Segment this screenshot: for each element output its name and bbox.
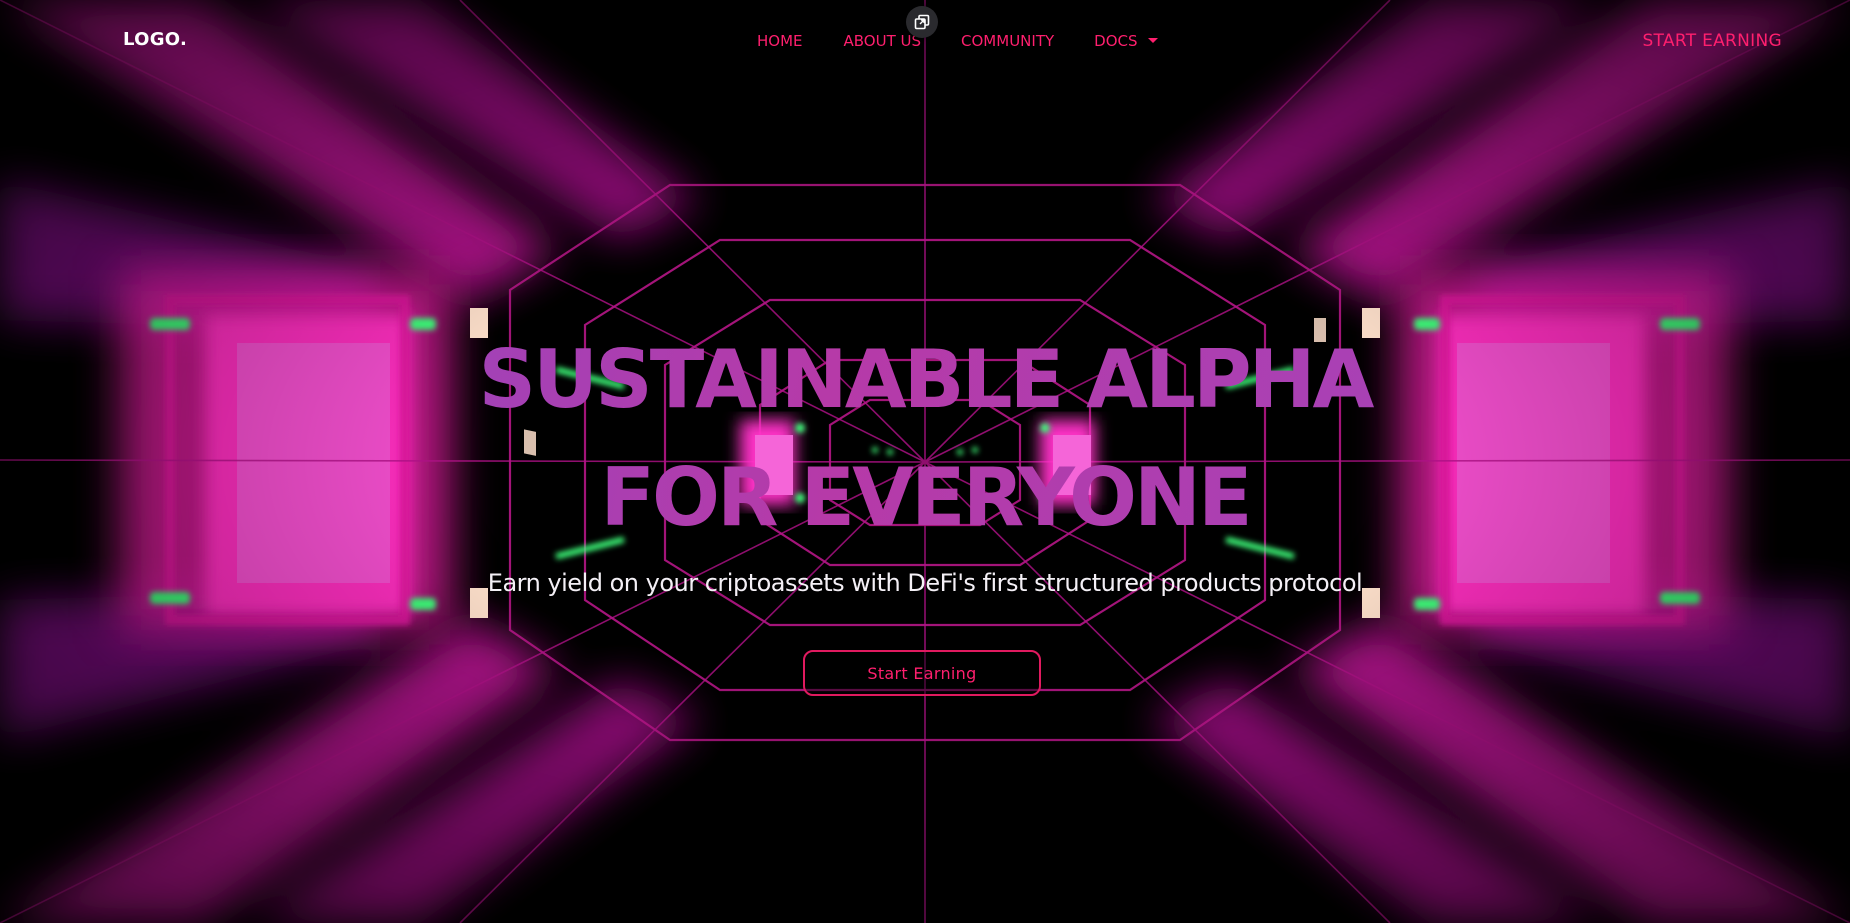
external-window-icon-glyph [914, 14, 930, 30]
nav-link-home[interactable]: HOME [757, 32, 803, 50]
nav-link-about-us[interactable]: ABOUT US [844, 32, 922, 50]
start-earning-nav-button[interactable]: START EARNING [1642, 31, 1782, 51]
hero-title-line-2: FOR EVERYONE [0, 458, 1850, 538]
external-window-icon[interactable] [906, 6, 938, 38]
logo[interactable]: LOGO. [123, 29, 187, 50]
hero-title-line-1: SUSTAINABLE ALPHA [0, 340, 1850, 420]
nav-link-community[interactable]: COMMUNITY [961, 32, 1054, 50]
caret-down-icon [1147, 38, 1158, 43]
page: LOGO. HOME ABOUT US COMMUNITY DOCS START… [0, 0, 1850, 923]
nav-links: HOME ABOUT US COMMUNITY DOCS [757, 32, 1158, 50]
start-earning-hero-button[interactable]: Start Earning [803, 650, 1041, 696]
nav-link-docs-label: DOCS [1094, 32, 1138, 50]
nav-link-docs[interactable]: DOCS [1094, 32, 1158, 50]
top-navigation: LOGO. HOME ABOUT US COMMUNITY DOCS START… [0, 0, 1850, 84]
hero-subtitle: Earn yield on your criptoassets with DeF… [487, 569, 1363, 597]
